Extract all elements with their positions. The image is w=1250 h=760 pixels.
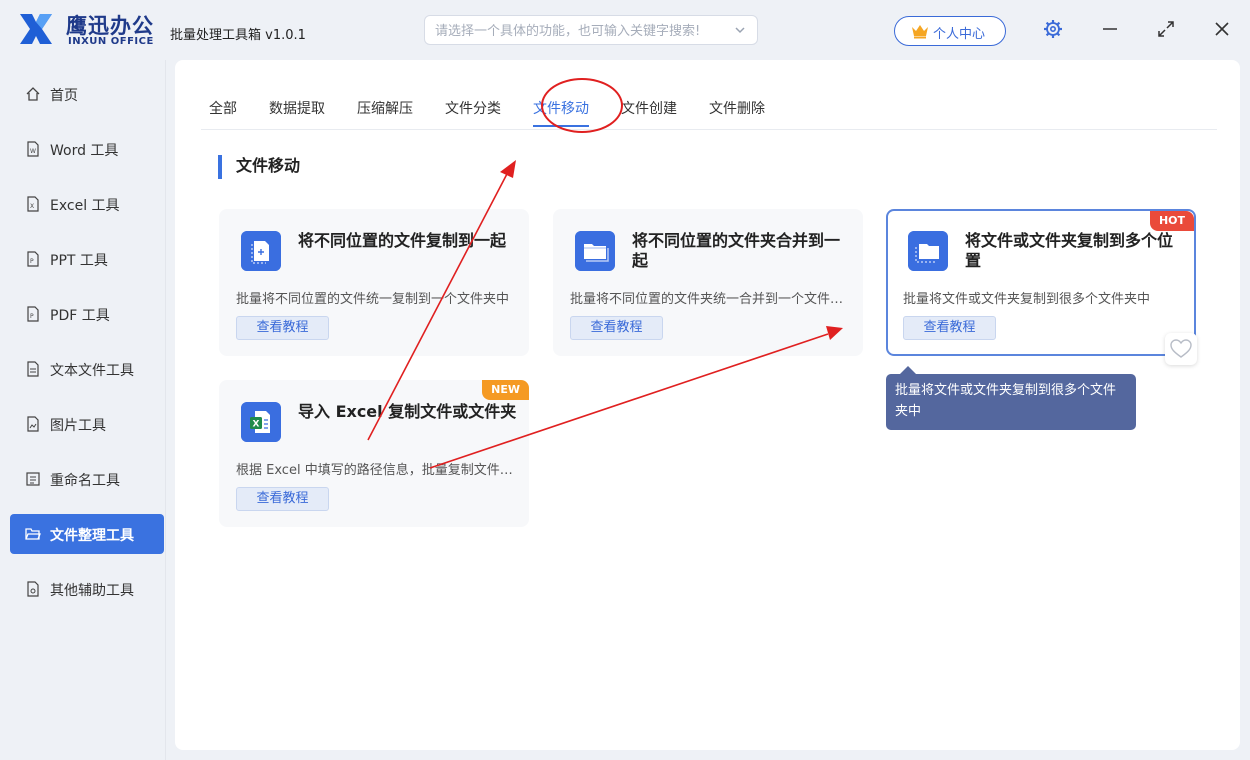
view-tutorial-button[interactable]: 查看教程 [236, 316, 329, 340]
ppt-file-icon: P [27, 251, 39, 267]
tools-file-icon [27, 581, 39, 597]
maximize-icon[interactable] [1155, 18, 1177, 40]
card-title: 导入 Excel 复制文件或文件夹 [298, 402, 517, 421]
minimize-icon[interactable] [1099, 18, 1121, 40]
svg-text:X: X [30, 203, 34, 210]
search-input[interactable] [435, 21, 725, 41]
pdf-file-icon: P [27, 306, 39, 322]
sidebar-item-home[interactable]: 首页 [10, 74, 164, 114]
chevron-down-icon[interactable] [733, 21, 747, 39]
card-description: 批量将文件或文件夹复制到很多个文件夹中 [903, 292, 1151, 307]
sidebar-item-word[interactable]: W Word 工具 [10, 129, 164, 169]
sidebar-item-label: 文本文件工具 [50, 363, 134, 379]
word-file-icon: W [27, 141, 39, 157]
sidebar-item-other[interactable]: 其他辅助工具 [10, 569, 164, 609]
sidebar-item-label: 图片工具 [50, 418, 106, 434]
excel-import-icon: X [241, 402, 281, 442]
sidebar-item-rename[interactable]: 重命名工具 [10, 459, 164, 499]
card-description: 批量将不同位置的文件统一复制到一个文件夹中 [236, 292, 510, 307]
brand-name-en: INXUN OFFICE [68, 36, 154, 47]
section-title: 文件移动 [218, 155, 300, 179]
file-copy-icon [241, 231, 281, 271]
tool-card[interactable]: 将不同位置的文件复制到一起 批量将不同位置的文件统一复制到一个文件夹中 查看教程 [219, 209, 529, 356]
sidebar-item-image[interactable]: 图片工具 [10, 404, 164, 444]
card-title: 将不同位置的文件夹合并到一起 [632, 231, 841, 270]
view-tutorial-button[interactable]: 查看教程 [570, 316, 663, 340]
main-panel: 全部 数据提取 压缩解压 文件分类 文件移动 文件创建 文件删除 文件移动 将不… [175, 60, 1240, 750]
home-icon [26, 87, 40, 101]
card-description: 根据 Excel 中填写的路径信息，批量复制文件或文件夹 [236, 463, 516, 478]
tab-file-delete[interactable]: 文件删除 [709, 98, 765, 118]
image-file-icon [27, 416, 39, 432]
title-bar: 鹰迅办公 INXUN OFFICE 批量处理工具箱 v1.0.1 个人中心 [0, 0, 1250, 60]
sidebar-item-label: 重命名工具 [50, 473, 120, 489]
tab-data-extract[interactable]: 数据提取 [269, 98, 325, 118]
tab-bar: 全部 数据提取 压缩解压 文件分类 文件移动 文件创建 文件删除 [201, 60, 1217, 133]
app-title: 批量处理工具箱 v1.0.1 [170, 28, 306, 43]
view-tutorial-button[interactable]: 查看教程 [903, 316, 996, 340]
crown-icon [912, 25, 928, 39]
svg-text:X: X [253, 420, 260, 430]
sidebar-item-label: 其他辅助工具 [50, 583, 134, 599]
sidebar-item-text[interactable]: 文本文件工具 [10, 349, 164, 389]
inxun-logo-icon [20, 14, 52, 44]
favorite-button[interactable] [1165, 333, 1197, 365]
sidebar-item-label: 首页 [50, 88, 78, 104]
tab-file-create[interactable]: 文件创建 [621, 98, 677, 118]
card-description: 批量将不同位置的文件夹统一合并到一个文件夹中 [570, 292, 850, 307]
annotation-circle [541, 78, 623, 133]
sidebar-item-label: Excel 工具 [50, 198, 120, 214]
close-icon[interactable] [1211, 18, 1233, 40]
excel-file-icon: X [27, 196, 39, 212]
tool-card[interactable]: HOT 将文件或文件夹复制到多个位置 批量将文件或文件夹复制到很多个文件夹中 查… [886, 209, 1196, 356]
tab-compress[interactable]: 压缩解压 [357, 98, 413, 118]
svg-text:P: P [30, 313, 34, 320]
new-badge: NEW [482, 380, 529, 400]
sidebar-item-label: 文件整理工具 [50, 528, 134, 544]
svg-text:W: W [30, 148, 36, 155]
sidebar-item-file-organize[interactable]: 文件整理工具 [10, 514, 164, 554]
card-title: 将文件或文件夹复制到多个位置 [965, 231, 1174, 270]
tab-all[interactable]: 全部 [209, 98, 237, 118]
tool-card[interactable]: 将不同位置的文件夹合并到一起 批量将不同位置的文件夹统一合并到一个文件夹中 查看… [553, 209, 863, 356]
sidebar: 首页 W Word 工具 X Excel 工具 P PPT 工具 P PDF 工… [0, 60, 166, 760]
user-center-label: 个人中心 [933, 27, 986, 42]
tool-card[interactable]: NEW X 导入 Excel 复制文件或文件夹 根据 Excel 中填写的路径信… [219, 380, 529, 527]
sidebar-item-pdf[interactable]: P PDF 工具 [10, 294, 164, 334]
rename-icon [26, 472, 40, 486]
heart-icon [1170, 339, 1192, 358]
tab-file-classify[interactable]: 文件分类 [445, 98, 501, 118]
sidebar-item-ppt[interactable]: P PPT 工具 [10, 239, 164, 279]
text-file-icon [27, 361, 39, 377]
folder-open-icon [25, 528, 41, 540]
tooltip: 批量将文件或文件夹复制到很多个文件夹中 [886, 366, 1136, 430]
hot-badge: HOT [1149, 211, 1194, 231]
sidebar-item-label: Word 工具 [50, 143, 119, 159]
sidebar-item-label: PDF 工具 [50, 308, 110, 324]
svg-text:P: P [30, 258, 34, 265]
view-tutorial-button[interactable]: 查看教程 [236, 487, 329, 511]
sidebar-item-label: PPT 工具 [50, 253, 108, 269]
gear-icon[interactable] [1042, 18, 1064, 40]
card-title: 将不同位置的文件复制到一起 [298, 231, 507, 250]
folder-copy-icon [908, 231, 948, 271]
folder-merge-icon [575, 231, 615, 271]
search-box[interactable] [424, 15, 758, 45]
sidebar-item-excel[interactable]: X Excel 工具 [10, 184, 164, 224]
user-center-button[interactable]: 个人中心 [894, 16, 1006, 46]
